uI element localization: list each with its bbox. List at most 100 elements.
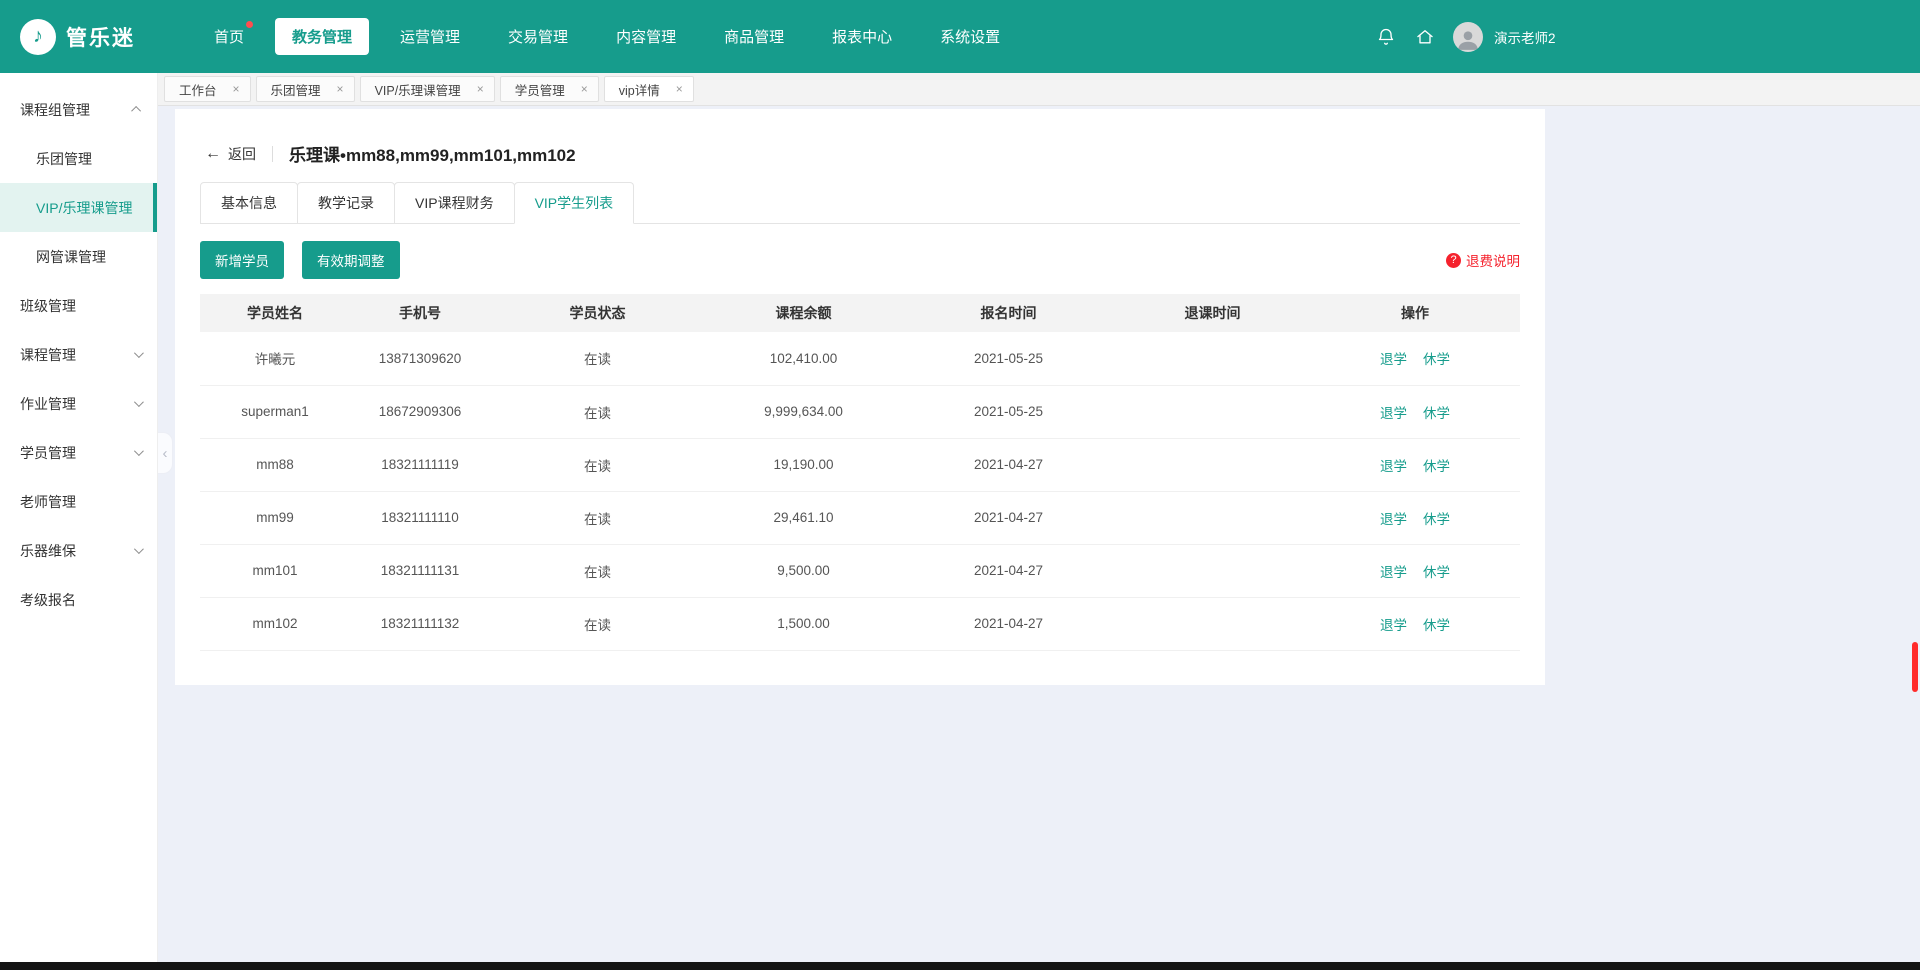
nav-item-4[interactable]: 交易管理: [491, 18, 585, 55]
chevron-down-icon: [134, 446, 144, 456]
sidebar-item-4[interactable]: 网管课管理: [0, 232, 157, 281]
cell-actions: 退学 休学: [1310, 438, 1520, 491]
quit-school-link[interactable]: 退学: [1380, 512, 1407, 527]
nav-item-2[interactable]: 教务管理: [275, 18, 369, 55]
scrollbar-thumb[interactable]: [1912, 642, 1918, 692]
window-tabstrip: 工作台×乐团管理×VIP/乐理课管理×学员管理×vip详情×: [158, 73, 1920, 106]
students-table-wrap: 学员姓名手机号学员状态课程余额报名时间退课时间操作 许曦元13871309620…: [200, 294, 1520, 651]
close-icon[interactable]: ×: [477, 82, 484, 96]
cell-phone: 18321111132: [350, 597, 490, 650]
page-title: 乐理课•mm88,mm99,mm101,mm102: [289, 141, 576, 166]
window-tab-4[interactable]: 学员管理×: [500, 76, 599, 102]
avatar[interactable]: [1453, 22, 1483, 52]
close-icon[interactable]: ×: [337, 82, 344, 96]
nav-item-label: 运营管理: [400, 29, 460, 46]
cell-balance: 102,410.00: [705, 332, 902, 385]
window-tab-5[interactable]: vip详情 ×: [604, 76, 694, 102]
cell-student-name: 许曦元: [200, 332, 350, 385]
cell-balance: 19,190.00: [705, 438, 902, 491]
quit-school-link[interactable]: 退学: [1380, 352, 1407, 367]
window-tab-label: VIP/乐理课管理: [375, 80, 461, 99]
nav-item-7[interactable]: 报表中心: [815, 18, 909, 55]
cell-status: 在读: [490, 491, 705, 544]
notifications-bell-icon[interactable]: [1375, 26, 1397, 48]
home-icon[interactable]: [1414, 26, 1436, 48]
sidebar-item-8[interactable]: 学员管理: [0, 428, 157, 477]
nav-item-label: 交易管理: [508, 29, 568, 46]
window-tab-1[interactable]: 工作台×: [164, 76, 251, 102]
cell-actions: 退学 休学: [1310, 544, 1520, 597]
sidebar-item-3[interactable]: VIP/乐理课管理: [0, 183, 157, 232]
detail-tabs: 基本信息教学记录VIP课程财务VIP学生列表: [200, 182, 1520, 224]
close-icon[interactable]: ×: [233, 82, 240, 96]
nav-item-8[interactable]: 系统设置: [923, 18, 1017, 55]
add-student-button[interactable]: 新增学员: [200, 241, 284, 279]
sidebar-item-label: 课程管理: [20, 345, 76, 365]
cell-actions: 退学 休学: [1310, 385, 1520, 438]
suspend-school-link[interactable]: 休学: [1423, 618, 1450, 633]
content-card: ← 返回 乐理课•mm88,mm99,mm101,mm102 基本信息教学记录V…: [175, 109, 1545, 685]
window-tab-label: vip详情: [619, 80, 660, 99]
suspend-school-link[interactable]: 休学: [1423, 352, 1450, 367]
sidebar-collapse-handle[interactable]: ‹: [158, 432, 173, 474]
cell-status: 在读: [490, 385, 705, 438]
nav-item-6[interactable]: 商品管理: [707, 18, 801, 55]
sidebar-item-label: 网管课管理: [36, 247, 106, 267]
sidebar-item-7[interactable]: 作业管理: [0, 379, 157, 428]
suspend-school-link[interactable]: 休学: [1423, 565, 1450, 580]
cell-phone: 13871309620: [350, 332, 490, 385]
cell-student-name: superman1: [200, 385, 350, 438]
sidebar-item-5[interactable]: 班级管理: [0, 281, 157, 330]
cell-quit-date: [1115, 491, 1310, 544]
back-label: 返回: [228, 144, 256, 164]
quit-school-link[interactable]: 退学: [1380, 406, 1407, 421]
refund-note-link[interactable]: ? 退费说明: [1446, 250, 1520, 270]
cell-status: 在读: [490, 438, 705, 491]
brand-name: 管乐迷: [66, 22, 135, 52]
detail-tab-3[interactable]: VIP课程财务: [394, 182, 515, 224]
cell-student-name: mm88: [200, 438, 350, 491]
sidebar: 课程组管理乐团管理VIP/乐理课管理网管课管理班级管理课程管理作业管理学员管理老…: [0, 73, 158, 962]
suspend-school-link[interactable]: 休学: [1423, 512, 1450, 527]
window-tab-2[interactable]: 乐团管理×: [256, 76, 355, 102]
cell-student-name: mm101: [200, 544, 350, 597]
validity-adjust-button[interactable]: 有效期调整: [302, 241, 400, 279]
back-arrow-icon: ←: [205, 145, 221, 163]
close-icon[interactable]: ×: [581, 82, 588, 96]
header-actions: 演示老师2: [1375, 0, 1556, 73]
sidebar-item-2[interactable]: 乐团管理: [0, 134, 157, 183]
detail-tab-4[interactable]: VIP学生列表: [514, 182, 635, 224]
table-row: superman118672909306在读9,999,634.002021-0…: [200, 385, 1520, 438]
nav-item-3[interactable]: 运营管理: [383, 18, 477, 55]
cell-quit-date: [1115, 332, 1310, 385]
suspend-school-link[interactable]: 休学: [1423, 459, 1450, 474]
quit-school-link[interactable]: 退学: [1380, 618, 1407, 633]
sidebar-item-10[interactable]: 乐器维保: [0, 526, 157, 575]
nav-item-1[interactable]: 首页: [197, 18, 261, 55]
cell-student-name: mm99: [200, 491, 350, 544]
chevron-down-icon: [134, 348, 144, 358]
sidebar-item-label: 学员管理: [20, 443, 76, 463]
quit-school-link[interactable]: 退学: [1380, 459, 1407, 474]
cell-student-name: mm102: [200, 597, 350, 650]
sidebar-item-11[interactable]: 考级报名: [0, 575, 157, 624]
sidebar-item-9[interactable]: 老师管理: [0, 477, 157, 526]
cell-balance: 29,461.10: [705, 491, 902, 544]
nav-item-5[interactable]: 内容管理: [599, 18, 693, 55]
sidebar-item-6[interactable]: 课程管理: [0, 330, 157, 379]
cell-quit-date: [1115, 385, 1310, 438]
cell-actions: 退学 休学: [1310, 332, 1520, 385]
chevron-up-icon: [131, 106, 141, 116]
detail-tab-1[interactable]: 基本信息: [200, 182, 298, 224]
back-button[interactable]: ← 返回: [205, 144, 256, 164]
quit-school-link[interactable]: 退学: [1380, 565, 1407, 580]
top-nav: 首页教务管理 运营管理 交易管理 内容管理商品管理报表中心系统设置: [185, 18, 1031, 55]
window-tab-3[interactable]: VIP/乐理课管理 ×: [360, 76, 495, 102]
cell-phone: 18321111131: [350, 544, 490, 597]
detail-tab-2[interactable]: 教学记录: [297, 182, 395, 224]
close-icon[interactable]: ×: [676, 82, 683, 96]
sidebar-item-1[interactable]: 课程组管理: [0, 85, 157, 134]
brand-logo-icon: ♪: [20, 19, 56, 55]
suspend-school-link[interactable]: 休学: [1423, 406, 1450, 421]
question-circle-icon: ?: [1446, 253, 1461, 268]
